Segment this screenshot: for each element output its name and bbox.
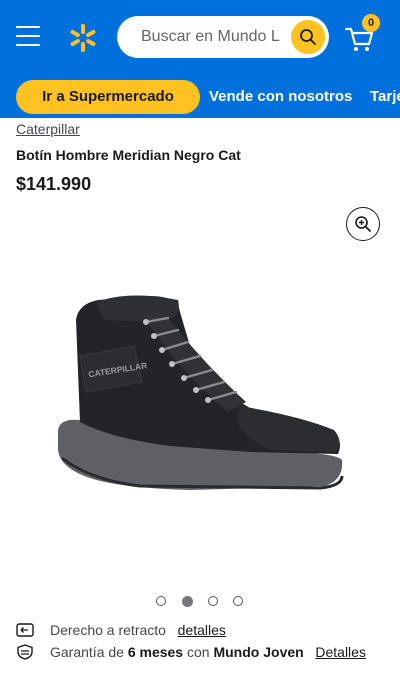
withdrawal-details-link[interactable]: detalles [178,622,226,638]
nav-link-sell[interactable]: Vende con nosotros [209,80,352,114]
walmart-spark-logo[interactable] [67,22,99,54]
cart-count-badge: 0 [362,14,380,32]
product-title: Botín Hombre Meridian Negro Cat [16,147,241,163]
zoom-in-icon [355,216,371,232]
category-nav: Ir a Supermercado Vende con nosotros Tar… [0,76,400,118]
carousel-dot[interactable] [208,596,218,606]
warranty-row: Garantía de 6 meses con Mundo Joven Deta… [16,642,386,662]
warranty-duration: 6 meses [127,644,184,660]
product-brand-link[interactable]: Caterpillar [16,121,80,137]
search-bar [117,16,329,58]
shield-icon [17,644,33,660]
menu-icon[interactable] [16,26,40,46]
product-price: $141.990 [16,174,92,194]
withdrawal-label: Derecho a retracto [50,622,166,638]
carousel-dot[interactable] [156,596,166,606]
product-image[interactable]: CATERPILLAR [50,290,350,510]
warranty-details-link[interactable]: Detalles [315,644,366,660]
search-input[interactable] [141,16,281,58]
withdrawal-row: Derecho a retracto detalles [16,620,386,640]
warranty-with: con [187,644,210,660]
search-icon [300,29,316,45]
return-box-icon [16,623,34,637]
zoom-button[interactable] [346,207,380,241]
carousel-dot[interactable] [233,596,243,606]
nav-link-cards[interactable]: Tarje [370,80,400,114]
search-button[interactable] [291,20,325,54]
warranty-prefix: Garantía de [50,644,124,660]
supermarket-button[interactable]: Ir a Supermercado [16,80,200,114]
carousel-dot-active[interactable] [182,595,193,607]
image-carousel-dots [156,595,246,607]
warranty-provider: Mundo Joven [213,644,304,660]
top-header: 0 [0,0,400,76]
